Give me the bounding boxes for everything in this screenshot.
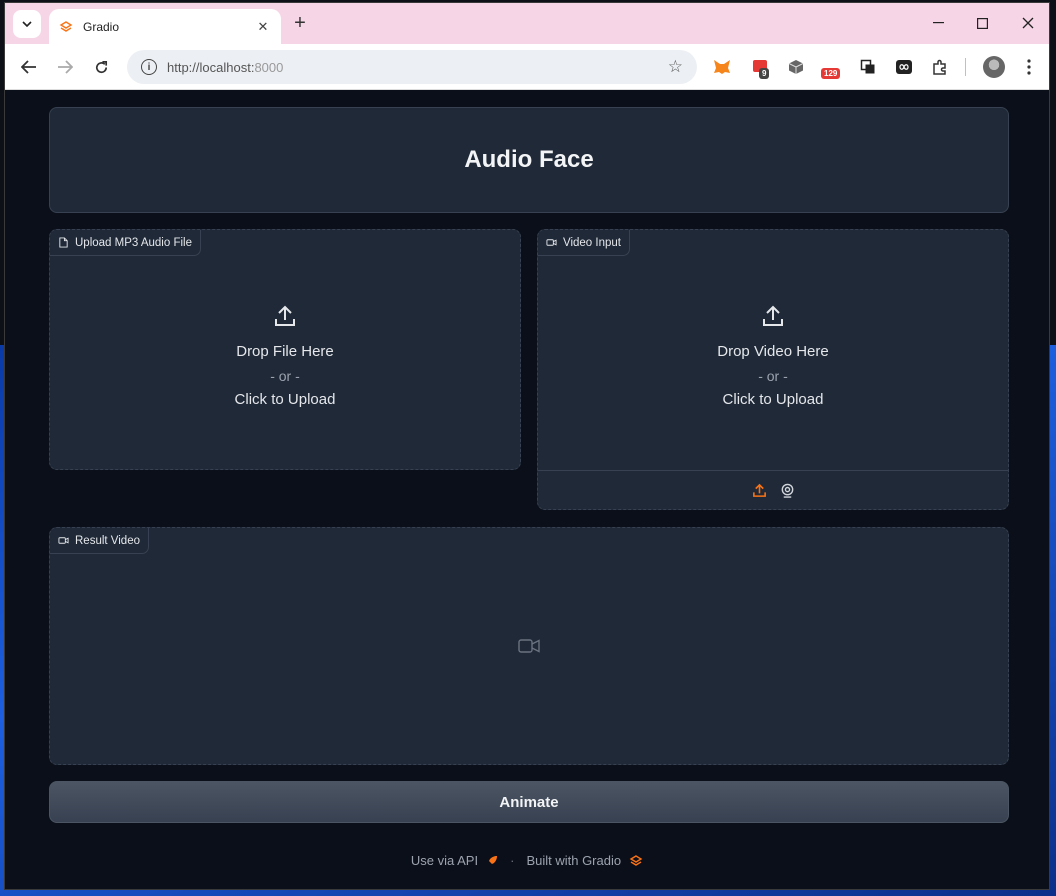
extension-badge: 9	[759, 68, 770, 79]
video-icon	[546, 239, 557, 246]
page-title: Audio Face	[464, 146, 594, 173]
site-info-icon[interactable]: i	[141, 59, 157, 75]
extension-icon-red[interactable]: 9	[749, 56, 771, 79]
forward-arrow-icon	[58, 60, 73, 74]
title-panel: Audio Face	[49, 107, 1009, 213]
more-vertical-icon	[1027, 59, 1031, 75]
puzzle-extensions-icon[interactable]	[929, 56, 951, 78]
close-icon	[1022, 17, 1034, 29]
or-text: - or -	[270, 368, 300, 384]
profile-avatar[interactable]	[983, 56, 1005, 78]
tab-strip: Gradio ✕ +	[5, 3, 1049, 44]
maximize-button[interactable]	[969, 11, 995, 35]
address-bar[interactable]: i http://localhost:8000 ☆	[127, 50, 697, 84]
file-icon	[59, 237, 68, 248]
upload-icon	[752, 483, 766, 497]
audio-upload-area[interactable]: Drop File Here - or - Click to Upload	[50, 304, 520, 412]
result-video-panel: Result Video	[49, 527, 1009, 765]
extension-icon-badge[interactable]: 129	[821, 56, 843, 79]
reload-icon	[95, 60, 107, 73]
extension-badge: 129	[821, 68, 841, 79]
drop-video-text: Drop Video Here	[717, 343, 829, 360]
video-icon	[58, 537, 69, 544]
drop-file-text: Drop File Here	[236, 343, 334, 360]
toolbar-divider	[965, 58, 966, 76]
reload-button[interactable]	[89, 55, 113, 79]
upload-source-button[interactable]	[751, 482, 767, 498]
overlap-extension-icon[interactable]	[857, 56, 879, 78]
video-source-selector	[538, 470, 1008, 509]
browser-toolbar: i http://localhost:8000 ☆ 9 129	[5, 44, 1049, 90]
result-video-label: Result Video	[50, 528, 149, 554]
tab-title: Gradio	[83, 19, 120, 34]
back-button[interactable]	[17, 55, 41, 79]
chevron-down-icon	[22, 21, 32, 27]
forward-button[interactable]	[53, 55, 77, 79]
footer: Use via API · Built with Gradio	[5, 853, 1049, 868]
minimize-icon	[932, 22, 944, 24]
browser-menu-button[interactable]	[1017, 55, 1041, 79]
cube-extension-icon[interactable]	[785, 56, 807, 78]
browser-tab[interactable]: Gradio ✕	[49, 9, 281, 44]
close-window-button[interactable]	[1015, 11, 1041, 35]
video-input-dropzone[interactable]: Video Input Drop Video Here - or - Click…	[537, 229, 1009, 510]
video-placeholder-icon	[518, 639, 540, 653]
gradio-logo-icon	[629, 854, 643, 866]
upload-icon	[275, 305, 295, 326]
video-input-label: Video Input	[538, 230, 630, 256]
tab-search-button[interactable]	[13, 10, 41, 38]
use-via-api-link[interactable]: Use via API	[411, 853, 478, 868]
rocket-icon	[488, 855, 498, 865]
or-text: - or -	[758, 368, 788, 384]
url-text: http://localhost:8000	[167, 59, 284, 75]
audio-upload-dropzone[interactable]: Upload MP3 Audio File Drop File Here - o…	[49, 229, 521, 470]
minimize-button[interactable]	[925, 11, 951, 35]
video-upload-area[interactable]: Drop Video Here - or - Click to Upload	[538, 304, 1008, 412]
close-tab-icon[interactable]: ✕	[255, 19, 271, 35]
click-to-upload-text[interactable]: Click to Upload	[723, 388, 824, 412]
audio-upload-label: Upload MP3 Audio File	[50, 230, 201, 256]
footer-separator: ·	[510, 853, 515, 868]
click-to-upload-text[interactable]: Click to Upload	[235, 388, 336, 412]
back-arrow-icon	[21, 60, 36, 74]
built-with-gradio-link[interactable]: Built with Gradio	[526, 853, 621, 868]
upload-icon	[763, 305, 783, 326]
browser-window: Gradio ✕ + i http://localhost:8000 ☆ 9 1…	[4, 2, 1050, 890]
new-tab-button[interactable]: +	[289, 12, 311, 34]
webcam-source-button[interactable]	[779, 482, 795, 498]
maximize-icon	[976, 17, 988, 29]
gradio-app: Audio Face Upload MP3 Audio File Drop Fi…	[5, 91, 1049, 889]
animate-button[interactable]: Animate	[49, 781, 1009, 823]
infinity-extension-icon[interactable]	[893, 56, 915, 78]
metamask-extension-icon[interactable]	[711, 56, 733, 78]
webcam-icon	[781, 483, 793, 498]
gradio-favicon-icon	[59, 20, 73, 32]
bookmark-star-icon[interactable]: ☆	[668, 57, 683, 77]
